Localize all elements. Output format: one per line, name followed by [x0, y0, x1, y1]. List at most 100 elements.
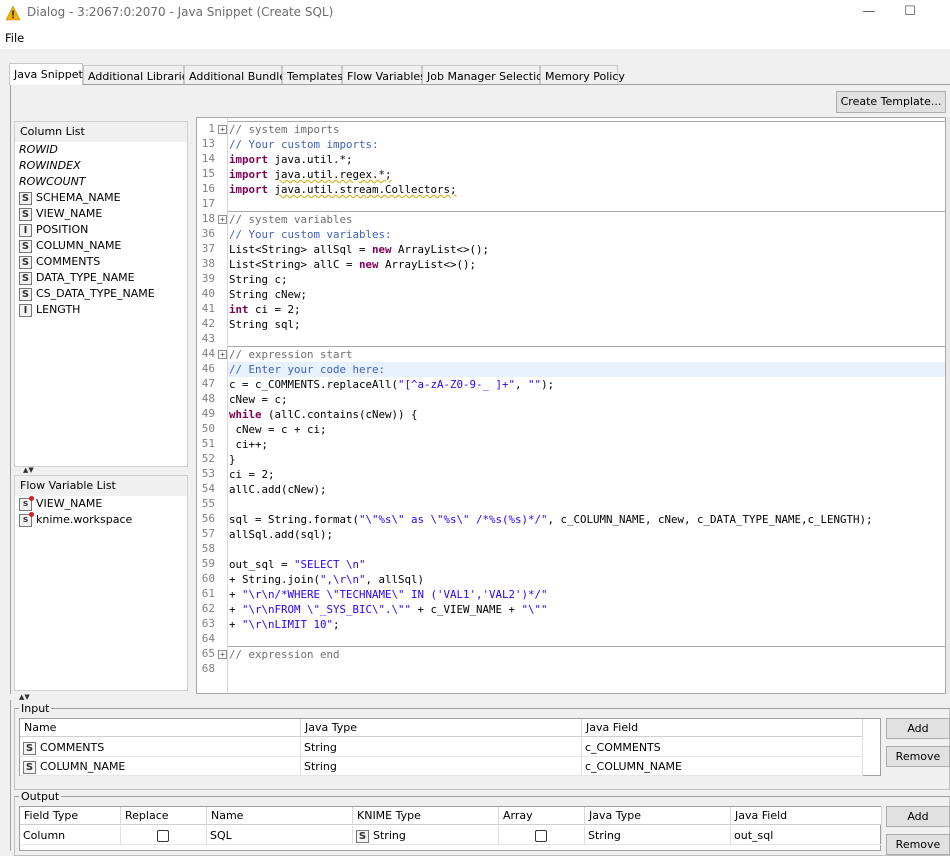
- column-list-item[interactable]: ROWCOUNT: [15, 174, 187, 190]
- code-line[interactable]: allSql.add(sql);: [228, 527, 945, 542]
- code-line[interactable]: c = c_COMMENTS.replaceAll("[^a-zA-Z0-9-_…: [228, 377, 945, 392]
- code-line[interactable]: // expression start: [228, 346, 945, 361]
- code-line[interactable]: [228, 662, 945, 677]
- column-list-item[interactable]: S COLUMN_NAME: [15, 238, 187, 254]
- code-line[interactable]: cNew = c + ci;: [228, 422, 945, 437]
- column-list-item[interactable]: S SCHEMA_NAME: [15, 190, 187, 206]
- vertical-splitter-handle[interactable]: ▲▼: [10, 694, 30, 701]
- code-line[interactable]: String c;: [228, 272, 945, 287]
- output-row-java-field[interactable]: out_sql: [731, 826, 882, 845]
- tab-templates[interactable]: Templates: [282, 65, 343, 85]
- output-row-java-type[interactable]: String: [585, 826, 731, 845]
- tab-additional-libraries[interactable]: Additional Libraries: [83, 65, 194, 85]
- code-line[interactable]: }: [228, 452, 945, 467]
- tab-memory-policy[interactable]: Memory Policy: [540, 65, 625, 85]
- output-col-name[interactable]: Name: [207, 807, 353, 825]
- code-line[interactable]: String cNew;: [228, 287, 945, 302]
- input-col-java-type[interactable]: Java Type: [301, 719, 582, 737]
- flow-variable-item[interactable]: s knime.workspace: [15, 511, 187, 528]
- output-col-java-type[interactable]: Java Type: [585, 807, 731, 825]
- flow-variable-item[interactable]: s VIEW_NAME: [15, 495, 187, 512]
- code-line[interactable]: int ci = 2;: [228, 302, 945, 317]
- input-row-java-field[interactable]: c_COMMENTS: [582, 738, 863, 757]
- code-line[interactable]: + "\r\nLIMIT 10";: [228, 617, 945, 632]
- fold-expand-icon[interactable]: +: [218, 215, 227, 224]
- array-checkbox[interactable]: [535, 830, 547, 842]
- output-col-field-type[interactable]: Field Type: [20, 807, 121, 825]
- column-list-item[interactable]: ROWINDEX: [15, 158, 187, 174]
- splitter-handle[interactable]: ▲▼: [14, 467, 188, 474]
- output-row-name[interactable]: SQL: [207, 826, 353, 845]
- input-row-java-type[interactable]: String: [301, 738, 582, 757]
- code-line[interactable]: cNew = c;: [228, 392, 945, 407]
- column-list-item[interactable]: S DATA_TYPE_NAME: [15, 270, 187, 286]
- fold-expand-icon[interactable]: +: [218, 125, 227, 134]
- code-line[interactable]: ci++;: [228, 437, 945, 452]
- input-row-name[interactable]: S COMMENTS: [20, 738, 301, 757]
- tab-additional-bundles[interactable]: Additional Bundles: [184, 65, 292, 85]
- menu-file[interactable]: File: [5, 31, 24, 45]
- output-col-array[interactable]: Array: [499, 807, 585, 825]
- code-line[interactable]: while (allC.contains(cNew)) {: [228, 407, 945, 422]
- code-line[interactable]: [228, 197, 945, 212]
- code-line[interactable]: // Your custom imports:: [228, 137, 945, 152]
- editor-scrollbar[interactable]: [946, 117, 950, 694]
- input-col-java-field[interactable]: Java Field: [582, 719, 863, 737]
- tab-flow-variables[interactable]: Flow Variables: [342, 65, 426, 85]
- code-line[interactable]: // expression end: [228, 646, 945, 661]
- output-col-replace[interactable]: Replace: [121, 807, 207, 825]
- code-line[interactable]: // system imports: [228, 121, 945, 136]
- code-line[interactable]: // Enter your code here:: [228, 362, 945, 377]
- minimize-button[interactable]: —: [859, 4, 879, 20]
- code-line[interactable]: import java.util.stream.Collectors;: [228, 182, 945, 197]
- column-list-item[interactable]: S CS_DATA_TYPE_NAME: [15, 286, 187, 302]
- code-line[interactable]: [228, 497, 945, 512]
- replace-checkbox[interactable]: [157, 830, 169, 842]
- output-add-button[interactable]: Add: [886, 806, 950, 827]
- code-line[interactable]: [228, 632, 945, 647]
- code-line[interactable]: sql = String.format("\"%s\" as \"%s\" /*…: [228, 512, 945, 527]
- output-row-array[interactable]: [499, 826, 585, 845]
- input-row-name[interactable]: S COLUMN_NAME: [20, 757, 301, 776]
- code-line[interactable]: String sql;: [228, 317, 945, 332]
- maximize-button[interactable]: ☐: [900, 4, 920, 20]
- fold-expand-icon[interactable]: +: [218, 350, 227, 359]
- input-row-java-field[interactable]: c_COLUMN_NAME: [582, 757, 863, 776]
- output-col-java-field[interactable]: Java Field: [731, 807, 882, 825]
- output-row-field-type[interactable]: Column: [20, 826, 121, 845]
- output-remove-button[interactable]: Remove: [886, 834, 950, 855]
- code-line[interactable]: out_sql = "SELECT \n": [228, 557, 945, 572]
- create-template-button[interactable]: Create Template...: [836, 91, 946, 113]
- code-line[interactable]: import java.util.*;: [228, 152, 945, 167]
- column-list-item[interactable]: S VIEW_NAME: [15, 206, 187, 222]
- tab-java-snippet[interactable]: Java Snippet: [9, 63, 83, 85]
- tab-job-manager-selection[interactable]: Job Manager Selection: [422, 65, 550, 85]
- output-row-knime-type[interactable]: S String: [353, 826, 499, 845]
- code-line[interactable]: + "\r\n/*WHERE \"TECHNAME\" IN ('VAL1','…: [228, 587, 945, 602]
- code-line[interactable]: [228, 542, 945, 557]
- code-line[interactable]: allC.add(cNew);: [228, 482, 945, 497]
- code-line[interactable]: // Your custom variables:: [228, 227, 945, 242]
- column-list-item[interactable]: S COMMENTS: [15, 254, 187, 270]
- code-line[interactable]: // system variables: [228, 211, 945, 226]
- column-list-item[interactable]: ROWID: [15, 142, 187, 158]
- column-list-item[interactable]: I LENGTH: [15, 302, 187, 318]
- line-number: 39: [197, 272, 228, 287]
- code-line[interactable]: + "\r\nFROM \"_SYS_BIC\".\"" + c_VIEW_NA…: [228, 602, 945, 617]
- code-line[interactable]: List<String> allC = new ArrayList<>();: [228, 257, 945, 272]
- input-row-java-type[interactable]: String: [301, 757, 582, 776]
- code-editor[interactable]: 1 +13 14 15 16 17 18 +36 37 38 39 40 41 42 43 44 +46 47 48…: [196, 117, 946, 694]
- input-col-name[interactable]: Name: [20, 719, 301, 737]
- code-line[interactable]: List<String> allSql = new ArrayList<>();: [228, 242, 945, 257]
- code-area[interactable]: // system imports// Your custom imports:…: [228, 118, 945, 693]
- code-line[interactable]: ci = 2;: [228, 467, 945, 482]
- code-line[interactable]: import java.util.regex.*;: [228, 167, 945, 182]
- fold-expand-icon[interactable]: +: [218, 650, 227, 659]
- output-row-replace[interactable]: [121, 826, 207, 845]
- input-remove-button[interactable]: Remove: [886, 746, 950, 767]
- code-line[interactable]: [228, 332, 945, 347]
- output-col-knime-type[interactable]: KNIME Type: [353, 807, 499, 825]
- input-add-button[interactable]: Add: [886, 718, 950, 739]
- column-list-item[interactable]: I POSITION: [15, 222, 187, 238]
- code-line[interactable]: + String.join(",\r\n", allSql): [228, 572, 945, 587]
